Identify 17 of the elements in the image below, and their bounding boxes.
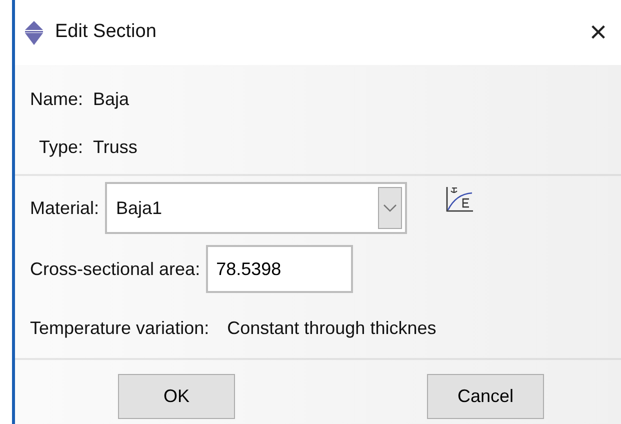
app-icon [23,20,45,44]
cancel-button[interactable]: Cancel [427,374,544,419]
material-dropdown[interactable]: Baja1 [105,182,408,234]
material-label: Material: [30,196,100,220]
area-label: Cross-sectional area: [30,258,200,280]
close-button[interactable]: × [583,18,613,48]
temperature-value: Constant through thicknes [227,316,436,340]
ok-button[interactable]: OK [118,374,235,419]
name-value: Baja [93,88,130,111]
area-field[interactable]: 78.5398 [206,245,354,293]
temperature-label: Temperature variation: [30,316,210,340]
chevron-down-icon [383,204,398,212]
type-value: Truss [93,136,138,159]
name-label: Name: [30,88,84,110]
stress-strain-icon[interactable] [446,186,474,212]
window-title: Edit Section [55,20,158,44]
type-label: Type: [39,136,84,159]
